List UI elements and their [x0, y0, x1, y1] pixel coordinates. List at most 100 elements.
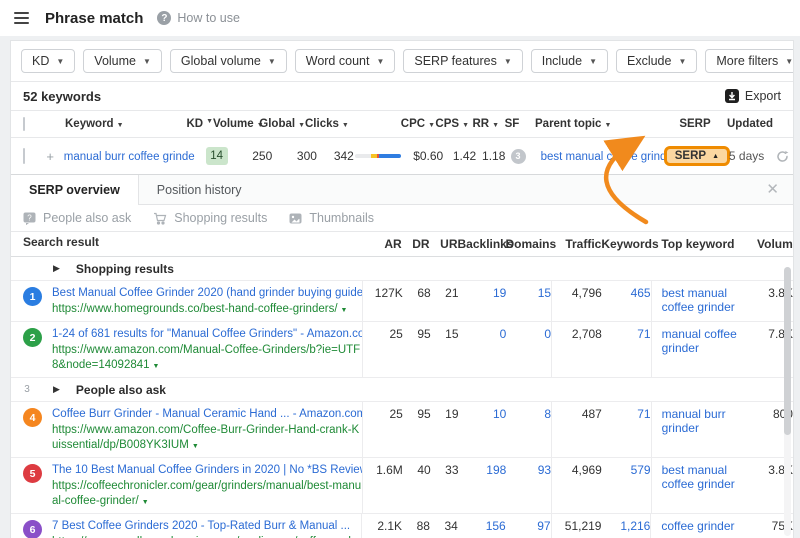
page-title: Phrase match: [45, 10, 143, 27]
col-cpc[interactable]: CPC▼: [393, 118, 435, 130]
col-cps[interactable]: CPS▼: [435, 118, 469, 130]
toolbar: 52 keywords Export: [11, 82, 793, 110]
filter-more-filters-button[interactable]: More filters▼: [705, 49, 794, 73]
filter-global-volume-button[interactable]: Global volume▼: [170, 49, 287, 73]
backlinks-link[interactable]: 19: [459, 281, 507, 321]
ar-value: 25: [363, 322, 403, 377]
result-title-link[interactable]: Best Manual Coffee Grinder 2020 (hand gr…: [52, 286, 362, 301]
ar-value: 2.1K: [362, 514, 402, 538]
scrollbar-track[interactable]: [784, 267, 791, 536]
tab-position-history[interactable]: Position history: [139, 175, 260, 204]
top-keyword-link[interactable]: best manual coffee grinder: [662, 463, 735, 491]
sort-caret-icon: ▼: [117, 122, 124, 129]
scrollbar-thumb[interactable]: [784, 267, 791, 435]
toggle-thumbnails[interactable]: Thumbnails: [289, 211, 374, 225]
top-keyword-link[interactable]: coffee grinder: [661, 519, 734, 533]
dr-value: 95: [403, 402, 431, 457]
col-kd[interactable]: KD▼: [179, 118, 213, 130]
col-clicks[interactable]: Clicks▼: [305, 118, 343, 130]
serp-results-table: Search result AR DR UR Backlinks Domains…: [11, 231, 793, 538]
top-keyword-link[interactable]: manual burr grinder: [662, 407, 726, 435]
keywords-link[interactable]: 579: [602, 458, 652, 513]
close-icon[interactable]: ✕: [766, 182, 779, 197]
chevron-down-icon: ▼: [376, 57, 384, 66]
keywords-link[interactable]: 71: [602, 322, 652, 377]
domains-link[interactable]: 97: [506, 514, 552, 538]
row-checkbox[interactable]: [23, 148, 25, 164]
sort-caret-icon: ▼: [492, 122, 499, 129]
toggle-shopping-results[interactable]: Shopping results: [153, 211, 267, 225]
url-caret-icon[interactable]: ▼: [341, 307, 348, 314]
col-parent-topic[interactable]: Parent topic▼: [525, 118, 665, 130]
keywords-link[interactable]: 71: [602, 402, 652, 457]
ar-value: 127K: [363, 281, 403, 321]
chevron-down-icon: ▼: [785, 57, 793, 66]
domains-link[interactable]: 8: [506, 402, 552, 457]
tab-serp-overview[interactable]: SERP overview: [11, 175, 139, 205]
keywords-link[interactable]: 465: [602, 281, 652, 321]
dr-value: 68: [403, 281, 431, 321]
filter-serp-features-button[interactable]: SERP features▼: [403, 49, 522, 73]
col-updated: Updated: [725, 118, 771, 130]
serp-result-row: 4 Coffee Burr Grinder - Manual Ceramic H…: [11, 402, 793, 458]
keywords-link[interactable]: 1,216: [601, 514, 651, 538]
backlinks-link[interactable]: 156: [458, 514, 506, 538]
backlinks-link[interactable]: 198: [459, 458, 507, 513]
serp-result-row: 5 The 10 Best Manual Coffee Grinders in …: [11, 458, 793, 514]
backlinks-link[interactable]: 0: [459, 322, 507, 377]
svg-text:?: ?: [27, 213, 32, 222]
volume-value: 250: [228, 149, 273, 163]
result-title-link[interactable]: Coffee Burr Grinder - Manual Ceramic Han…: [52, 407, 362, 422]
result-title-link[interactable]: 1-24 of 681 results for "Manual Coffee G…: [52, 327, 362, 342]
refresh-icon[interactable]: [772, 150, 793, 163]
domains-link[interactable]: 93: [506, 458, 552, 513]
select-all-checkbox[interactable]: [23, 117, 25, 131]
result-url-link[interactable]: https://www.amazon.com/Coffee-Burr-Grind…: [52, 424, 359, 451]
export-button[interactable]: Export: [725, 89, 781, 103]
how-to-use-label: How to use: [177, 11, 240, 25]
col-dr: DR: [402, 237, 430, 251]
col-keyword[interactable]: Keyword▼: [65, 118, 179, 130]
col-global[interactable]: Global▼: [259, 118, 305, 130]
url-caret-icon[interactable]: ▼: [153, 363, 160, 370]
sort-caret-icon: ▼: [206, 118, 213, 130]
filter-exclude-button[interactable]: Exclude▼: [616, 49, 697, 73]
col-sf[interactable]: SF: [499, 118, 525, 130]
menu-icon[interactable]: [14, 12, 29, 24]
group-row-shopping-results[interactable]: ▶Shopping results: [11, 257, 793, 281]
kd-badge: 14: [206, 147, 228, 165]
filter-include-button[interactable]: Include▼: [531, 49, 608, 73]
domains-link[interactable]: 0: [506, 322, 552, 377]
result-url-link[interactable]: https://www.amazon.com/Manual-Coffee-Gri…: [52, 344, 360, 371]
result-url-link[interactable]: https://coffeechronicler.com/gear/grinde…: [52, 480, 361, 507]
ur-value: 34: [430, 514, 458, 538]
backlinks-link[interactable]: 10: [459, 402, 507, 457]
top-keyword-link[interactable]: best manual coffee grinder: [662, 286, 735, 314]
filter-volume-button[interactable]: Volume▼: [83, 49, 162, 73]
filter-word-count-button[interactable]: Word count▼: [295, 49, 396, 73]
serp-features-badge[interactable]: 3: [511, 149, 526, 164]
url-caret-icon[interactable]: ▼: [192, 443, 199, 450]
clicks-value: 342: [317, 149, 354, 163]
result-title-link[interactable]: 7 Best Coffee Grinders 2020 - Top-Rated …: [52, 519, 361, 534]
serp-button[interactable]: SERP▲: [664, 146, 730, 166]
col-backlinks: Backlinks: [458, 237, 506, 251]
chevron-down-icon: ▼: [143, 57, 151, 66]
parent-topic-link[interactable]: best manual coffee grinder: [541, 151, 667, 163]
result-url-link[interactable]: https://www.homegrounds.co/best-hand-cof…: [52, 303, 338, 315]
col-volume[interactable]: Volume▼: [213, 118, 259, 130]
group-row-people-also-ask[interactable]: 3▶People also ask: [11, 378, 793, 402]
domains-link[interactable]: 15: [506, 281, 552, 321]
url-caret-icon[interactable]: ▼: [142, 499, 149, 506]
toggle-people-also-ask[interactable]: ? People also ask: [23, 211, 131, 225]
keyword-count: 52 keywords: [23, 89, 101, 104]
filter-kd-button[interactable]: KD▼: [21, 49, 75, 73]
chevron-down-icon: ▼: [268, 57, 276, 66]
top-keyword-link[interactable]: manual coffee grinder: [662, 327, 737, 355]
add-to-list-icon[interactable]: +: [46, 149, 63, 164]
result-title-link[interactable]: The 10 Best Manual Coffee Grinders in 20…: [52, 463, 362, 478]
keyword-link[interactable]: manual burr coffee grinder: [64, 151, 195, 163]
col-keywords: Keywords: [601, 237, 651, 251]
col-rr[interactable]: RR▼: [469, 118, 499, 130]
how-to-use[interactable]: ? How to use: [157, 11, 240, 25]
